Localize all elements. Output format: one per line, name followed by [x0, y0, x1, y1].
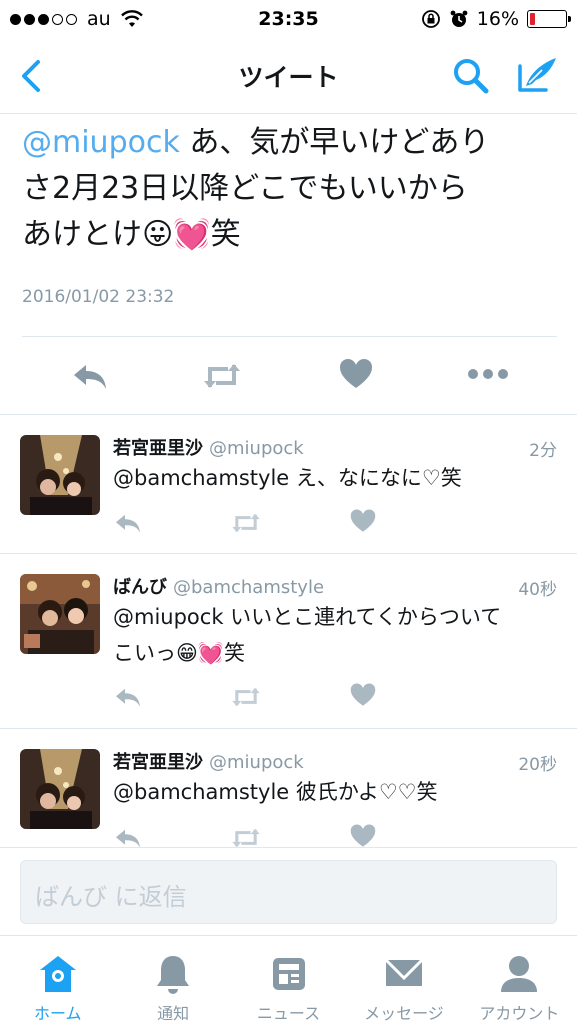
tab-notifications[interactable]: 通知 [115, 936, 230, 1024]
reply-author-handle[interactable]: @bamchamstyle [173, 577, 324, 598]
avatar[interactable] [20, 574, 100, 654]
tab-label: ニュース [256, 1004, 321, 1023]
tweet-mention-link[interactable]: @miupock [22, 125, 180, 160]
reply-action-bar [113, 823, 413, 847]
reply-body: いいとこ連れてくからついて [223, 605, 502, 629]
rotation-lock-icon [421, 10, 440, 28]
retweet-icon[interactable] [200, 359, 244, 393]
reply-text: @miupock いいとこ連れてくからついて こいっ😁💓笑 [113, 599, 553, 671]
wifi-icon [120, 10, 143, 27]
tab-account[interactable]: アカウント [462, 936, 577, 1024]
like-heart-icon[interactable] [349, 682, 377, 708]
reply-mention[interactable]: @bamchamstyle [113, 780, 289, 804]
reply-author-handle[interactable]: @miupock [209, 438, 304, 459]
avatar[interactable] [20, 749, 100, 829]
reply-mention[interactable]: @miupock [113, 605, 224, 629]
envelope-icon [384, 958, 423, 986]
search-icon[interactable] [448, 54, 494, 98]
like-heart-icon[interactable] [349, 823, 377, 847]
reply-tweet[interactable]: ばんび @bamchamstyle 40秒 @miupock いいとこ連れてくから… [0, 554, 577, 728]
bell-icon [157, 956, 190, 994]
reply-mention[interactable]: @bamchamstyle [113, 466, 289, 490]
tab-label: 通知 [157, 1004, 190, 1023]
reply-author-name[interactable]: ばんび [113, 577, 167, 598]
avatar[interactable] [20, 435, 100, 515]
tab-messages[interactable]: メッセージ [346, 936, 461, 1024]
more-options-icon[interactable] [466, 367, 510, 381]
reply-tweet[interactable]: 若宮亜里沙 @miupock 2分 @bamchamstyle え、なになに♡笑 [0, 415, 577, 553]
tab-bar: ホーム 通知 ニュース メッセージ アカウント [0, 935, 577, 1024]
battery-level-fill [530, 13, 536, 25]
tweet-text: @miupock あ、気が早いけどあり さ2月23日以降どこでもいいから あけと… [22, 120, 557, 258]
tab-label: アカウント [479, 1004, 560, 1023]
reply-action-bar [113, 508, 413, 538]
reply-body: 彼氏かよ♡♡笑 [289, 780, 438, 804]
reply-compose-bar: ばんび に返信 [0, 847, 577, 935]
divider [22, 336, 557, 337]
like-heart-icon[interactable] [349, 508, 377, 534]
tweet-timestamp: 2016/01/02 23:32 [22, 287, 175, 307]
retweet-icon[interactable] [229, 825, 263, 847]
reply-emoji: 😁💓 [176, 641, 225, 665]
reply-icon[interactable] [113, 510, 143, 536]
reply-tweet[interactable]: 若宮亜里沙 @miupock 20秒 @bamchamstyle 彼氏かよ♡♡笑 [0, 729, 577, 847]
tweet-text-line2: さ2月23日以降どこでもいいから [22, 171, 468, 206]
tweet-emoji: 😛💓 [142, 217, 211, 252]
status-bar: au 23:35 16% [0, 0, 577, 38]
tweet-text-line1: あ、気が早いけどあり [179, 125, 490, 160]
tweet-action-bar [0, 345, 577, 407]
battery-icon [527, 10, 571, 28]
reply-header: ばんび @bamchamstyle [113, 573, 324, 599]
reply-author-name[interactable]: 若宮亜里沙 [113, 752, 203, 773]
reply-author-name[interactable]: 若宮亜里沙 [113, 438, 203, 459]
reply-icon[interactable] [113, 684, 143, 710]
retweet-icon[interactable] [229, 684, 263, 710]
signal-strength-icon [10, 13, 77, 25]
reply-body-line2: こいっ [113, 641, 176, 665]
battery-percent: 16% [476, 8, 519, 30]
tab-label: ホーム [33, 1004, 82, 1023]
tab-home[interactable]: ホーム [0, 936, 115, 1024]
reply-body: え、なになに♡笑 [289, 466, 462, 490]
home-icon [39, 956, 76, 992]
reply-text: @bamchamstyle 彼氏かよ♡♡笑 [113, 774, 553, 810]
reply-time: 2分 [529, 441, 557, 461]
reply-icon[interactable] [113, 825, 143, 847]
news-icon [272, 958, 305, 990]
tab-label: メッセージ [364, 1004, 444, 1023]
reply-time: 40秒 [518, 580, 557, 600]
navigation-bar: ツイート [0, 38, 577, 114]
carrier-label: au [87, 8, 111, 30]
retweet-icon[interactable] [229, 510, 263, 536]
reply-action-bar [113, 682, 413, 712]
tab-news[interactable]: ニュース [231, 936, 346, 1024]
reply-time: 20秒 [518, 755, 557, 775]
reply-input[interactable]: ばんび に返信 [20, 860, 557, 924]
like-heart-icon[interactable] [338, 357, 374, 391]
reply-icon[interactable] [70, 359, 110, 393]
reply-text: @bamchamstyle え、なになに♡笑 [113, 460, 553, 496]
tweet-text-line3: あけとけ [22, 217, 142, 252]
tweet-text-tail: 笑 [210, 217, 241, 252]
alarm-icon [450, 10, 468, 27]
reply-header: 若宮亜里沙 @miupock [113, 434, 304, 460]
reply-body-tail: 笑 [224, 641, 246, 665]
reply-author-handle[interactable]: @miupock [209, 752, 304, 773]
compose-tweet-icon[interactable] [512, 52, 562, 98]
reply-header: 若宮亜里沙 @miupock [113, 748, 304, 774]
person-icon [501, 956, 538, 992]
